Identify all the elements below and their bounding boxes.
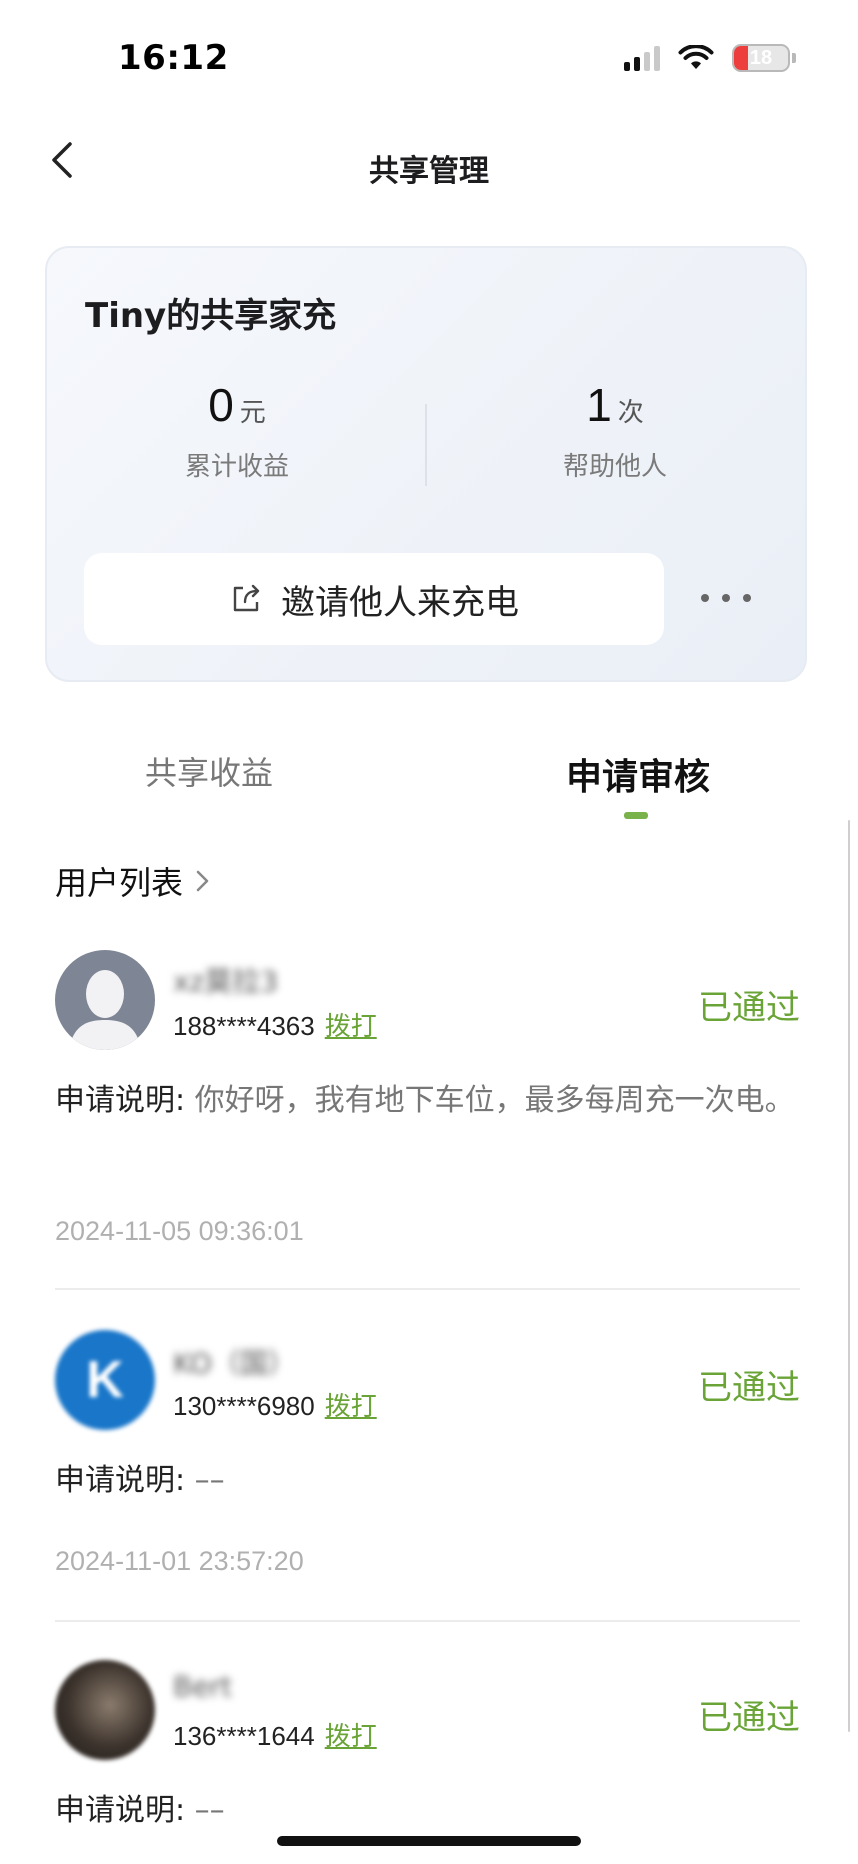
tab-application-review[interactable]: 申请审核 <box>566 748 710 800</box>
invite-button[interactable]: 邀请他人来充电 <box>84 553 664 645</box>
home-indicator[interactable] <box>277 1836 581 1846</box>
divider <box>55 1288 800 1290</box>
user-list-label: 用户列表 <box>55 864 184 902</box>
user-name: xz莫拉3 <box>173 965 279 998</box>
chevron-right-icon <box>196 870 209 892</box>
stat-earnings: 0元 累计收益 <box>87 378 387 483</box>
status-badge: 已通过 <box>698 1368 800 1408</box>
cellular-signal-icon <box>624 45 660 71</box>
avatar <box>55 950 155 1050</box>
divider <box>55 1620 800 1622</box>
description-text: 你好呀，我有地下车位，最多每周充一次电。 <box>185 1083 795 1118</box>
call-link[interactable]: 拨打 <box>325 1386 377 1423</box>
description-label: 申请说明: <box>55 1793 186 1828</box>
battery-icon: 18 <box>732 44 790 72</box>
avatar: K <box>55 1330 155 1430</box>
description-label: 申请说明: <box>55 1463 186 1498</box>
list-item: Bert 136****1644 拨打 已通过 申请说明: –– <box>55 1660 800 1850</box>
tab-share-earnings[interactable]: 共享收益 <box>145 748 273 794</box>
description-text: –– <box>185 1463 225 1498</box>
user-name: KO（国） <box>173 1347 296 1380</box>
avatar-k-icon: K <box>86 1351 124 1409</box>
status-icons: 18 <box>624 44 796 72</box>
battery-level: 18 <box>749 46 773 69</box>
user-phone: 136****1644 <box>173 1721 315 1751</box>
application-description: 申请说明: –– <box>55 1456 795 1506</box>
stat-earnings-value: 0 <box>208 379 234 431</box>
wifi-icon <box>678 45 714 69</box>
application-date: 2024-11-01 23:57:20 <box>55 1546 304 1576</box>
share-icon <box>233 584 260 612</box>
share-summary-card: Tiny的共享家充 0元 累计收益 1次 帮助他人 邀请他人来充电 <box>45 246 807 682</box>
stat-divider <box>425 404 427 486</box>
stat-helped-value: 1 <box>586 379 612 431</box>
description-label: 申请说明: <box>55 1083 186 1118</box>
scrollbar[interactable] <box>848 820 850 1732</box>
default-user-icon <box>69 970 141 1050</box>
card-title: Tiny的共享家充 <box>85 296 337 336</box>
status-time: 16:12 <box>118 38 229 78</box>
status-badge: 已通过 <box>698 988 800 1028</box>
list-item: xz莫拉3 188****4363 拨打 已通过 申请说明: 你好呀，我有地下车… <box>55 950 800 1290</box>
stat-earnings-unit: 元 <box>239 398 266 428</box>
application-description: 申请说明: 你好呀，我有地下车位，最多每周充一次电。 <box>55 1076 795 1126</box>
tab-indicator <box>624 812 648 819</box>
status-badge: 已通过 <box>698 1698 800 1738</box>
application-description: 申请说明: –– <box>55 1786 795 1836</box>
stat-earnings-label: 累计收益 <box>184 452 289 482</box>
avatar <box>55 1660 155 1760</box>
stat-helped: 1次 帮助他人 <box>465 378 765 483</box>
application-date: 2024-11-05 09:36:01 <box>55 1216 304 1246</box>
page-title: 共享管理 <box>369 154 489 189</box>
user-phone: 130****6980 <box>173 1391 315 1421</box>
user-name: Bert <box>173 1670 232 1703</box>
more-options-icon[interactable] <box>701 578 751 618</box>
call-link[interactable]: 拨打 <box>325 1716 377 1753</box>
invite-button-label: 邀请他人来充电 <box>281 582 519 623</box>
stat-helped-unit: 次 <box>617 398 644 428</box>
user-list-link[interactable]: 用户列表 <box>55 858 213 904</box>
list-item: K KO（国） 130****6980 拨打 已通过 申请说明: –– 2024… <box>55 1330 800 1630</box>
user-phone: 188****4363 <box>173 1011 315 1041</box>
description-text: –– <box>185 1793 225 1828</box>
stat-helped-label: 帮助他人 <box>562 452 667 482</box>
call-link[interactable]: 拨打 <box>325 1006 377 1043</box>
